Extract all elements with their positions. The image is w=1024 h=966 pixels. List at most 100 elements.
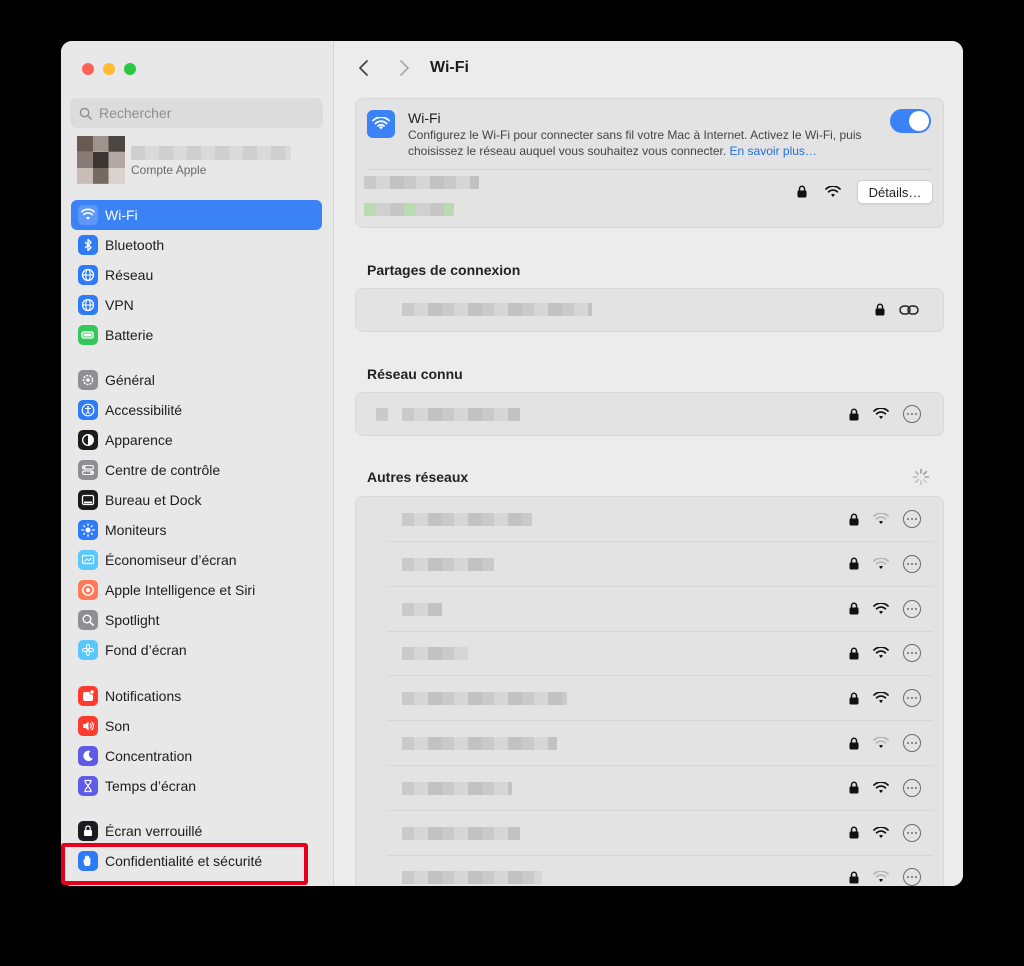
sidebar-item-hourglass[interactable]: Temps d’écran (71, 771, 322, 801)
main-pane: Wi-Fi Wi-Fi Configurez le Wi-Fi pour con… (334, 41, 963, 886)
learn-more-link[interactable]: En savoir plus… (730, 144, 817, 158)
zoom-button[interactable] (124, 63, 136, 75)
more-options-icon[interactable] (903, 510, 921, 528)
lock-icon (849, 781, 859, 794)
more-options-icon[interactable] (903, 644, 921, 663)
control-center-icon (78, 460, 98, 480)
network-icons (849, 599, 921, 618)
search-icon (79, 107, 92, 120)
network-name-redacted (402, 647, 468, 661)
known-network-icons (849, 405, 921, 423)
current-network-icons (797, 185, 841, 198)
details-button[interactable]: Détails… (857, 180, 933, 204)
sidebar-item-label: Bluetooth (105, 237, 165, 253)
others-section-title: Autres réseaux (367, 469, 469, 485)
link-icon (899, 304, 919, 316)
wifi-toggle[interactable] (890, 109, 931, 133)
sidebar-item-accessibility[interactable]: Accessibilité (71, 395, 322, 425)
network-row[interactable] (356, 587, 943, 632)
network-icons (849, 868, 921, 886)
network-icons (849, 510, 921, 528)
more-options-icon[interactable] (903, 599, 921, 618)
network-row[interactable] (356, 631, 943, 677)
sidebar-item-gear[interactable]: Général (71, 365, 322, 395)
sidebar-item-dock[interactable]: Bureau et Dock (71, 485, 322, 515)
more-options-icon[interactable] (903, 778, 921, 797)
sidebar-item-label: Réseau (105, 267, 154, 283)
more-options-icon[interactable] (903, 734, 921, 752)
page-title: Wi-Fi (430, 59, 469, 76)
account-name-redacted (131, 146, 291, 160)
settings-window: Rechercher Compte Apple Wi-Fi Bluetooth Ré… (61, 41, 963, 886)
lock-icon (797, 185, 807, 198)
sidebar-item-wifi[interactable]: Wi-Fi (71, 200, 322, 230)
network-row[interactable] (356, 676, 943, 722)
wallpaper-icon (78, 640, 98, 660)
wifi-signal-icon (873, 781, 889, 794)
wifi-signal-icon (873, 408, 889, 420)
sidebar-item-spotlight[interactable]: Spotlight (71, 605, 322, 635)
sidebar-item-moon[interactable]: Concentration (71, 741, 322, 771)
network-row[interactable] (356, 811, 943, 856)
lock-icon (875, 303, 885, 316)
other-networks-card (355, 496, 944, 886)
network-row[interactable] (356, 766, 943, 811)
lock-icon (849, 408, 859, 421)
sidebar-item-screensaver[interactable]: Économiseur d’écran (71, 545, 322, 575)
minimize-button[interactable] (103, 63, 115, 75)
sidebar-item-appearance[interactable]: Apparence (71, 425, 322, 455)
sidebar-item-notifications[interactable]: Notifications (71, 681, 322, 711)
network-row[interactable] (356, 721, 943, 766)
current-network-status-redacted (364, 203, 454, 216)
wifi-signal-icon (873, 871, 889, 883)
apple-account[interactable]: Compte Apple (77, 136, 317, 188)
lock-icon (849, 826, 859, 839)
more-options-icon[interactable] (903, 554, 921, 573)
sidebar-item-globe[interactable]: Réseau (71, 260, 322, 290)
sidebar: Rechercher Compte Apple Wi-Fi Bluetooth Ré… (61, 41, 334, 886)
sidebar-item-battery[interactable]: Batterie (71, 320, 322, 350)
network-row[interactable] (356, 497, 943, 542)
lock-icon (849, 602, 859, 615)
network-icons (849, 644, 921, 663)
network-name-redacted (402, 871, 542, 885)
sidebar-item-control-center[interactable]: Centre de contrôle (71, 455, 322, 485)
network-name-redacted (402, 513, 532, 526)
sidebar-item-wallpaper[interactable]: Fond d’écran (71, 635, 322, 665)
more-options-icon[interactable] (903, 689, 921, 708)
more-options-icon[interactable] (903, 405, 921, 423)
dock-icon (78, 490, 98, 510)
known-network-card[interactable] (355, 392, 944, 436)
back-chevron-icon[interactable] (354, 58, 374, 78)
wifi-signal-icon (873, 692, 889, 704)
siri-icon (78, 580, 98, 600)
hotspot-card[interactable] (355, 288, 944, 332)
sidebar-item-lock-screen[interactable]: Écran verrouillé (71, 816, 322, 846)
network-name-redacted (402, 692, 567, 706)
network-row[interactable] (356, 855, 943, 886)
sidebar-item-label: VPN (105, 297, 134, 313)
wifi-signal-icon (873, 647, 889, 659)
notifications-icon (78, 686, 98, 706)
close-button[interactable] (82, 63, 94, 75)
sidebar-item-displays[interactable]: Moniteurs (71, 515, 322, 545)
sidebar-item-bluetooth[interactable]: Bluetooth (71, 230, 322, 260)
sidebar-item-sound[interactable]: Son (71, 711, 322, 741)
known-section-title: Réseau connu (367, 366, 463, 382)
more-options-icon[interactable] (903, 868, 921, 886)
network-name-redacted (402, 557, 494, 571)
search-input[interactable]: Rechercher (70, 98, 323, 128)
more-options-icon[interactable] (903, 823, 921, 842)
forward-chevron-icon[interactable] (394, 58, 414, 78)
wifi-description: Configurez le Wi-Fi pour connecter sans … (408, 128, 862, 158)
hotspot-section-title: Partages de connexion (367, 262, 521, 278)
sidebar-item-siri[interactable]: Apple Intelligence et Siri (71, 575, 322, 605)
wifi-card: Wi-Fi Configurez le Wi-Fi pour connecter… (355, 98, 944, 228)
sidebar-item-vpn-globe[interactable]: VPN (71, 290, 322, 320)
screensaver-icon (78, 550, 98, 570)
sidebar-item-label: Concentration (105, 748, 193, 764)
account-subtitle: Compte Apple (131, 163, 207, 177)
network-row[interactable] (356, 542, 943, 587)
wifi-signal-icon (873, 513, 889, 525)
lock-icon (849, 647, 859, 660)
